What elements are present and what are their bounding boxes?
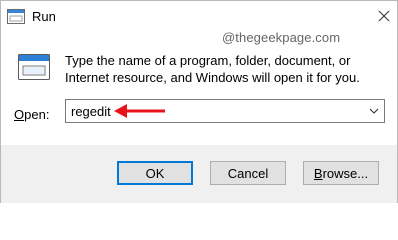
button-bar: OK Cancel Browse... bbox=[1, 145, 397, 203]
watermark: @thegeekpage.com bbox=[222, 30, 341, 45]
description-text: Type the name of a program, folder, docu… bbox=[65, 53, 360, 85]
open-label-rest: pen: bbox=[24, 107, 50, 122]
open-label: Open: bbox=[14, 107, 49, 122]
ok-button[interactable]: OK bbox=[117, 161, 193, 185]
run-program-icon bbox=[18, 54, 50, 80]
open-input[interactable] bbox=[71, 104, 341, 119]
browse-label-rest: rowse... bbox=[322, 166, 369, 181]
browse-button[interactable]: Browse... bbox=[303, 161, 379, 185]
run-dialog: Run @thegeekpage.com Type the name of a … bbox=[0, 0, 398, 203]
red-arrow-icon bbox=[114, 104, 165, 118]
window-title: Run bbox=[32, 9, 56, 24]
title-bar[interactable]: Run bbox=[1, 1, 397, 33]
browse-accelerator: B bbox=[313, 166, 323, 181]
open-combobox[interactable] bbox=[65, 99, 385, 123]
chevron-down-icon[interactable] bbox=[366, 102, 382, 120]
cancel-button[interactable]: Cancel bbox=[210, 161, 286, 185]
run-app-icon bbox=[7, 9, 25, 24]
open-label-accelerator: O bbox=[14, 107, 25, 122]
close-icon[interactable] bbox=[371, 5, 397, 27]
